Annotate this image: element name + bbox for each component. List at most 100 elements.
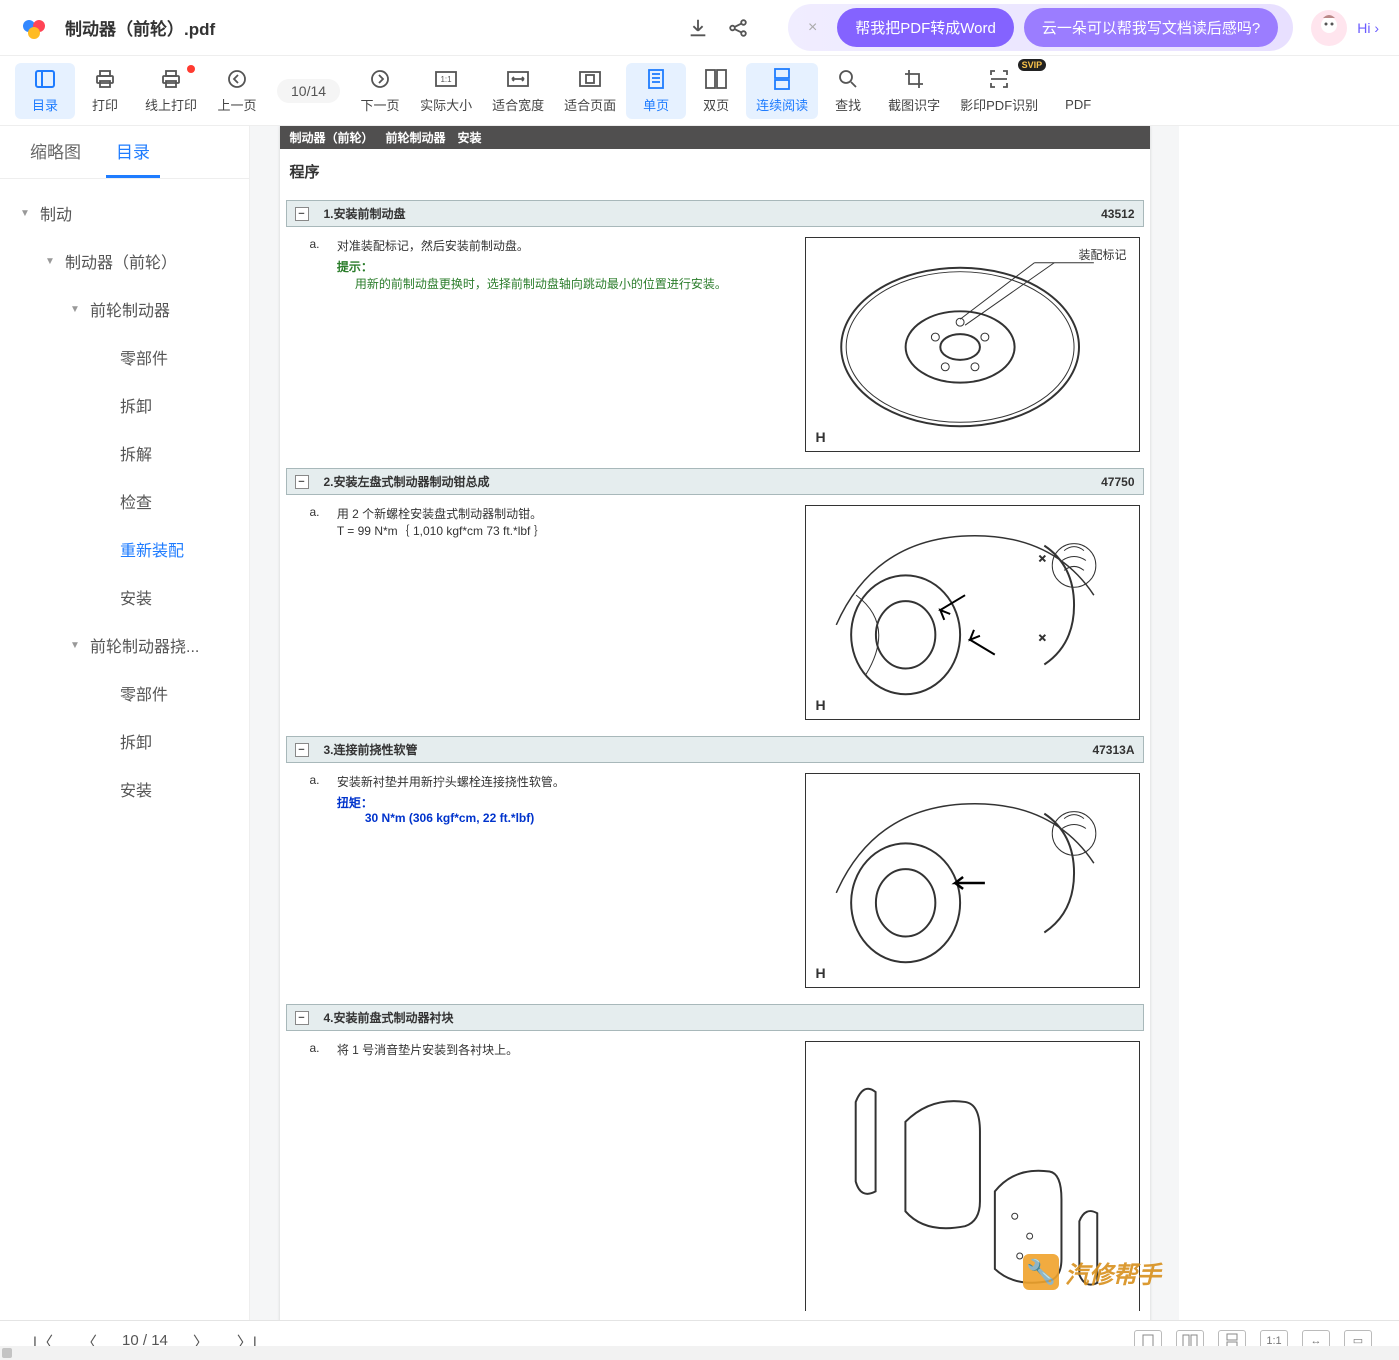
scan-ocr-button[interactable]: SVIP 影印PDF识别 bbox=[950, 63, 1048, 119]
toc-item[interactable]: 零部件 bbox=[0, 669, 249, 717]
promo-ai-summary-button[interactable]: 云一朵可以帮我写文档读后感吗? bbox=[1024, 8, 1278, 47]
step-body: a. 用 2 个新螺栓安装盘式制动器制动钳。 T = 99 N*m｛ 1,010… bbox=[280, 495, 1150, 730]
toc-item-label: 拆卸 bbox=[120, 393, 152, 417]
collapse-icon[interactable]: − bbox=[295, 743, 309, 757]
pdf-more-button[interactable]: PDF bbox=[1048, 63, 1108, 119]
toc-item-label: 重新装配 bbox=[120, 537, 184, 561]
titlebar: 制动器（前轮）.pdf × 帮我把PDF转成Word 云一朵可以帮我写文档读后感… bbox=[0, 0, 1399, 56]
chevron-down-icon: ▼ bbox=[45, 256, 59, 267]
promo-banner: × 帮我把PDF转成Word 云一朵可以帮我写文档读后感吗? bbox=[788, 4, 1293, 51]
toc-tree: ▼制动▼制动器（前轮）▼前轮制动器零部件拆卸拆解检查重新装配安装▼前轮制动器挠.… bbox=[0, 179, 249, 1320]
chevron-right-circle-icon bbox=[370, 67, 390, 91]
main: 缩略图 目录 ▼制动▼制动器（前轮）▼前轮制动器零部件拆卸拆解检查重新装配安装▼… bbox=[0, 126, 1399, 1320]
toc-item[interactable]: 零部件 bbox=[0, 333, 249, 381]
chevron-down-icon: ▼ bbox=[70, 640, 84, 651]
scan-icon bbox=[989, 67, 1009, 91]
collapse-icon[interactable]: − bbox=[295, 1011, 309, 1025]
next-page-button[interactable]: 下一页 bbox=[350, 63, 410, 119]
step-header: − 3.连接前挠性软管 47313A bbox=[286, 736, 1144, 763]
tab-toc[interactable]: 目录 bbox=[106, 126, 160, 178]
sidebar-tabs: 缩略图 目录 bbox=[0, 126, 249, 179]
chevron-left-circle-icon bbox=[227, 67, 247, 91]
toc-item[interactable]: 重新装配 bbox=[0, 525, 249, 573]
step-body: a. 将 1 号消音垫片安装到各衬块上。 bbox=[280, 1031, 1150, 1320]
watermark-icon: 🔧 bbox=[1023, 1254, 1059, 1290]
share-icon[interactable] bbox=[723, 13, 753, 43]
svip-badge: SVIP bbox=[1018, 59, 1047, 71]
toc-item-label: 安装 bbox=[120, 585, 152, 609]
svg-text:1:1: 1:1 bbox=[441, 75, 453, 84]
crop-icon bbox=[904, 67, 924, 91]
toc-item[interactable]: 安装 bbox=[0, 765, 249, 813]
toc-item[interactable]: 拆解 bbox=[0, 429, 249, 477]
fit-width-button[interactable]: 适合宽度 bbox=[482, 63, 554, 119]
total-pages-label: 14 bbox=[310, 83, 326, 99]
promo-pdf-to-word-button[interactable]: 帮我把PDF转成Word bbox=[837, 8, 1014, 47]
toc-item-label: 制动器（前轮） bbox=[65, 249, 177, 273]
notification-dot-icon bbox=[187, 65, 195, 73]
page-indicator[interactable]: 10 / 14 bbox=[277, 79, 340, 103]
figure-flex-hose: H bbox=[805, 773, 1140, 988]
app-logo-icon bbox=[20, 13, 50, 43]
toc-item-label: 前轮制动器挠... bbox=[90, 633, 199, 657]
pdf-page: 制动器（前轮） 前轮制动器 安装 程序 − 1.安装前制动盘 43512 a. … bbox=[280, 126, 1150, 1320]
toc-item[interactable]: ▼ 前轮制动器挠... bbox=[0, 621, 249, 669]
sidebar: 缩略图 目录 ▼制动▼制动器（前轮）▼前轮制动器零部件拆卸拆解检查重新装配安装▼… bbox=[0, 126, 250, 1320]
collapse-icon[interactable]: − bbox=[295, 207, 309, 221]
online-print-button[interactable]: 线上打印 bbox=[135, 63, 207, 119]
file-title: 制动器（前轮）.pdf bbox=[65, 15, 678, 40]
close-icon[interactable]: × bbox=[808, 19, 817, 37]
collapse-icon[interactable]: − bbox=[295, 475, 309, 489]
double-page-button[interactable]: 双页 bbox=[686, 63, 746, 119]
toc-item[interactable]: 检查 bbox=[0, 477, 249, 525]
fit-page-icon bbox=[579, 67, 601, 91]
download-icon[interactable] bbox=[683, 13, 713, 43]
crop-ocr-button[interactable]: 截图识字 bbox=[878, 63, 950, 119]
toc-item[interactable]: 拆卸 bbox=[0, 381, 249, 429]
document-view[interactable]: 制动器（前轮） 前轮制动器 安装 程序 − 1.安装前制动盘 43512 a. … bbox=[250, 126, 1179, 1320]
find-button[interactable]: 查找 bbox=[818, 63, 878, 119]
continuous-button[interactable]: 连续阅读 bbox=[746, 63, 818, 119]
single-page-icon bbox=[648, 67, 664, 91]
toc-item-label: 安装 bbox=[120, 777, 152, 801]
page-breadcrumb-bar: 制动器（前轮） 前轮制动器 安装 bbox=[280, 126, 1150, 149]
watermark: 🔧 汽修帮手 bbox=[1023, 1254, 1161, 1290]
step-header: − 4.安装前盘式制动器衬块 bbox=[286, 1004, 1144, 1031]
figure-brake-disc: 装配标记 H bbox=[805, 237, 1140, 452]
right-blank-panel bbox=[1179, 126, 1399, 1320]
step-header: − 1.安装前制动盘 43512 bbox=[286, 200, 1144, 227]
single-page-button[interactable]: 单页 bbox=[626, 63, 686, 119]
tab-thumbnails[interactable]: 缩略图 bbox=[20, 126, 91, 178]
toc-button[interactable]: 目录 bbox=[15, 63, 75, 119]
toc-item[interactable]: ▼制动 bbox=[0, 189, 249, 237]
toc-item-label: 检查 bbox=[120, 489, 152, 513]
toc-item[interactable]: 安装 bbox=[0, 573, 249, 621]
print-icon bbox=[95, 67, 115, 91]
toc-item-label: 拆解 bbox=[120, 441, 152, 465]
step-header: − 2.安装左盘式制动器制动钳总成 47750 bbox=[286, 468, 1144, 495]
horizontal-scrollbar[interactable] bbox=[0, 1346, 1399, 1360]
actual-size-button[interactable]: 1:1 实际大小 bbox=[410, 63, 482, 119]
toc-item-label: 零部件 bbox=[120, 345, 168, 369]
online-print-icon bbox=[161, 67, 181, 91]
continuous-icon bbox=[774, 67, 790, 91]
toc-item-label: 制动 bbox=[40, 201, 72, 225]
print-button[interactable]: 打印 bbox=[75, 63, 135, 119]
double-page-icon bbox=[705, 67, 727, 91]
greeting-label[interactable]: Hi › bbox=[1357, 20, 1379, 36]
toc-item[interactable]: ▼ 前轮制动器 bbox=[0, 285, 249, 333]
figure-caliper-assembly: H bbox=[805, 505, 1140, 720]
fit-page-button[interactable]: 适合页面 bbox=[554, 63, 626, 119]
fit-width-icon bbox=[507, 67, 529, 91]
avatar[interactable] bbox=[1311, 10, 1347, 46]
toolbar: 目录 打印 线上打印 上一页 10 / 14 下一页 1:1 实际大小 适合宽度… bbox=[0, 56, 1399, 126]
search-icon bbox=[838, 67, 858, 91]
step-body: a. 安装新衬垫并用新拧头螺栓连接挠性软管。 扭矩： 30 N*m (306 k… bbox=[280, 763, 1150, 998]
toc-icon bbox=[35, 67, 55, 91]
chevron-down-icon: ▼ bbox=[70, 304, 84, 315]
step-body: a. 对准装配标记，然后安装前制动盘。 提示： 用新的前制动盘更换时，选择前制动… bbox=[280, 227, 1150, 462]
prev-page-button[interactable]: 上一页 bbox=[207, 63, 267, 119]
toc-item[interactable]: ▼ 制动器（前轮） bbox=[0, 237, 249, 285]
toc-item-label: 前轮制动器 bbox=[90, 297, 170, 321]
toc-item[interactable]: 拆卸 bbox=[0, 717, 249, 765]
